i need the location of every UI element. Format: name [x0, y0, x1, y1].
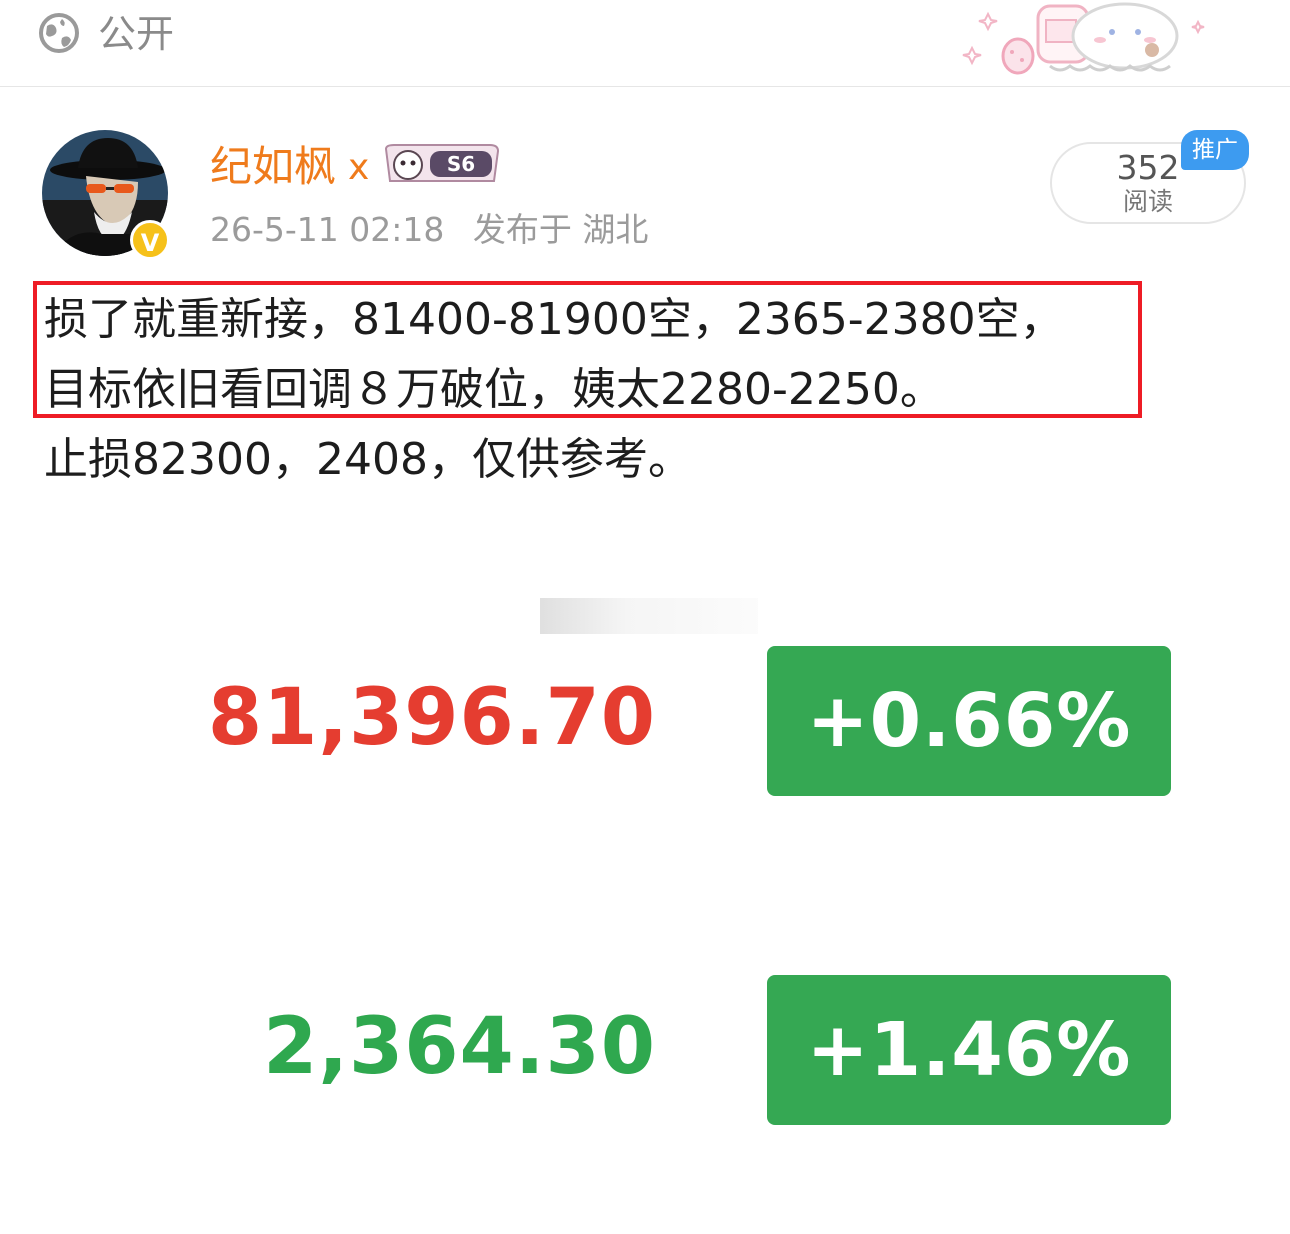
fan-badge-icon[interactable]: S6 — [384, 143, 500, 185]
post-text-line-3: 止损82300，2408，仅供参考。 — [44, 434, 692, 485]
author-name[interactable]: 纪如枫 — [210, 140, 336, 194]
fan-badge-label: S6 — [447, 152, 475, 176]
top-bar: 公开 — [0, 0, 1290, 87]
post-text-line-1: 损了就重新接，81400-81900空，2365-2380空， — [44, 294, 1064, 345]
post-location: 发布于 湖北 — [472, 210, 649, 249]
post-meta: 26-5-11 02:18 发布于 湖北 — [210, 206, 666, 254]
quote-change-1: +0.66% — [767, 646, 1171, 796]
promote-tag[interactable]: 推广 — [1181, 130, 1249, 170]
globe-icon — [39, 13, 79, 53]
weibo-post-page: 公开 V 纪如枫 x S6 26-5-11 02:18 发布于 湖北 352 阅… — [0, 0, 1290, 1234]
verified-badge-icon: V — [130, 220, 170, 260]
blurred-header-strip — [540, 598, 758, 634]
author-name-suffix: x — [348, 147, 370, 188]
quote-change-2: +1.46% — [767, 975, 1171, 1125]
cute-sticker-decoration — [962, 2, 1205, 75]
visibility-label: 公开 — [98, 12, 175, 56]
post-time: 26-5-11 02:18 — [210, 210, 445, 249]
quote-price-1: 81,396.70 — [207, 673, 656, 763]
read-count-label: 阅读 — [1122, 187, 1173, 216]
quote-price-2: 2,364.30 — [263, 1002, 656, 1092]
post-text-line-2: 目标依旧看回调８万破位，姨太2280-2250。 — [44, 364, 944, 415]
